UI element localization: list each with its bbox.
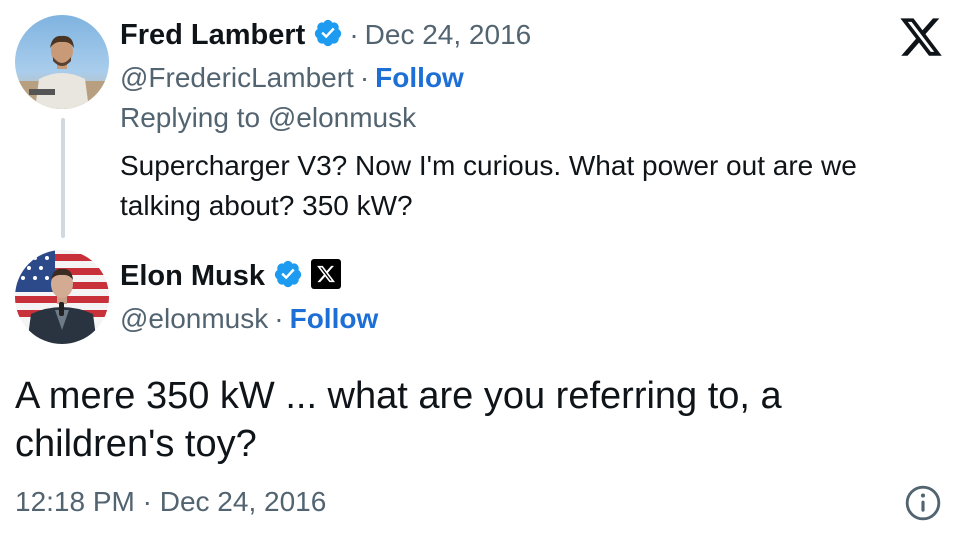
follow-fred-button[interactable]: Follow bbox=[375, 62, 464, 93]
elon-musk-avatar[interactable] bbox=[15, 250, 109, 344]
verified-badge-icon bbox=[274, 260, 302, 288]
header-separator: · bbox=[349, 19, 359, 50]
parent-author-handle[interactable]: @FredericLambert bbox=[120, 62, 354, 93]
tweet-timestamp[interactable]: 12:18 PM · Dec 24, 2016 bbox=[15, 485, 326, 519]
main-tweet-text-line1: A mere 350 kW ... what are you referring… bbox=[15, 375, 782, 417]
main-author-name[interactable]: Elon Musk bbox=[120, 260, 265, 292]
main-tweet-header: Elon Musk bbox=[120, 259, 342, 293]
x-affiliate-badge-icon[interactable] bbox=[311, 259, 342, 289]
x-logo-icon[interactable] bbox=[898, 14, 944, 60]
parent-tweet-text-line2: talking about? 350 kW? bbox=[120, 190, 413, 221]
main-tweet-text-line2: children's toy? bbox=[15, 423, 257, 465]
parent-author-name[interactable]: Fred Lambert bbox=[120, 19, 305, 51]
info-icon[interactable] bbox=[904, 484, 942, 522]
parent-tweet-text-line1: Supercharger V3? Now I'm curious. What p… bbox=[120, 150, 857, 181]
parent-tweet-text: Supercharger V3? Now I'm curious. What p… bbox=[120, 146, 857, 226]
replying-to-label: Replying to @elonmusk bbox=[120, 102, 417, 133]
thread-connector-line bbox=[61, 118, 65, 238]
parent-tweet-date[interactable]: Dec 24, 2016 bbox=[365, 19, 532, 50]
parent-tweet-header: Fred Lambert · Dec 24, 2016 bbox=[120, 18, 531, 52]
verified-badge-icon bbox=[315, 19, 342, 47]
follow-elon-button[interactable]: Follow bbox=[290, 303, 379, 334]
main-handle-row: @elonmusk · Follow bbox=[120, 303, 379, 334]
main-author-handle[interactable]: @elonmusk bbox=[120, 303, 268, 334]
fred-lambert-avatar[interactable] bbox=[15, 15, 109, 109]
main-tweet-text: A mere 350 kW ... what are you referring… bbox=[15, 372, 782, 468]
parent-handle-row: @FredericLambert · Follow bbox=[120, 62, 464, 93]
